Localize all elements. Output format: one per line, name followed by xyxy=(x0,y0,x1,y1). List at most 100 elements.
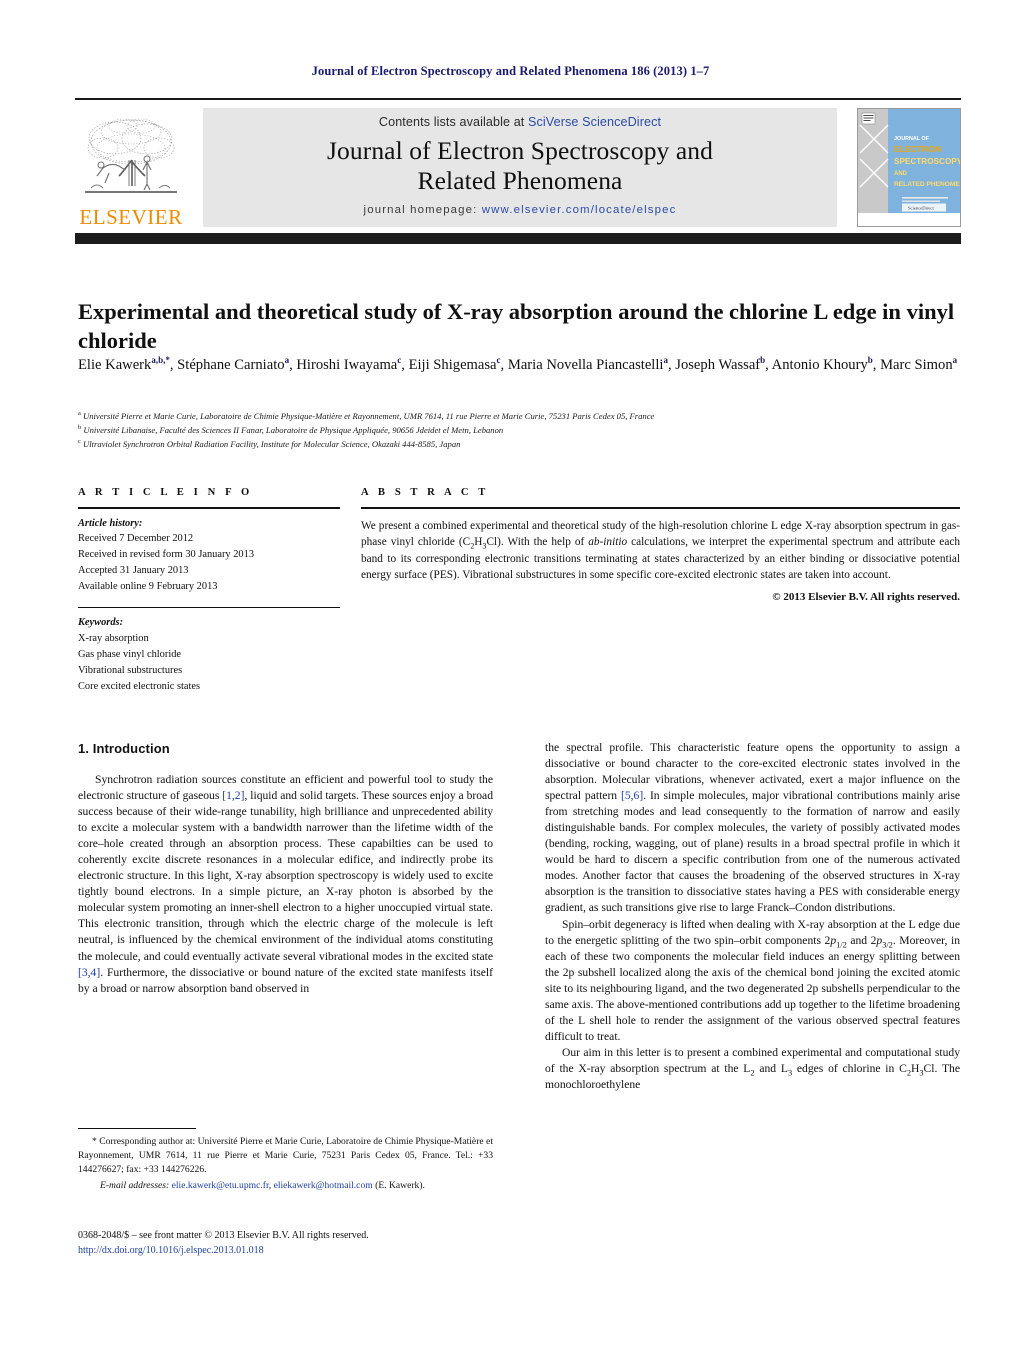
right-paragraph-0: the spectral profile. This characteristi… xyxy=(545,741,960,915)
article-info-column: A R T I C L E I N F O Article history: R… xyxy=(78,487,340,694)
homepage-prefix: journal homepage: xyxy=(363,204,482,217)
author-0-name: Elie Kawerk xyxy=(78,357,152,373)
masthead-top-rule xyxy=(75,98,961,100)
affiliation-2-mark: c xyxy=(78,437,81,445)
affiliation-0: a Université Pierre et Marie Curie, Labo… xyxy=(78,410,958,424)
svg-text:AND: AND xyxy=(894,171,908,177)
author-6-name: Antonio Khoury xyxy=(771,357,868,373)
running-head: Journal of Electron Spectroscopy and Rel… xyxy=(311,64,710,78)
journal-cover-thumbnail[interactable]: JOURNAL OF ELECTRON SPECTROSCOPY AND REL… xyxy=(857,108,961,227)
body-right-column: the spectral profile. This characteristi… xyxy=(545,740,960,1093)
article-history: Article history: Received 7 December 201… xyxy=(78,516,340,595)
author-4-name: Maria Novella Piancastelli xyxy=(507,357,664,373)
keyword-1: Gas phase vinyl chloride xyxy=(78,648,182,660)
issn-copyright-block: 0368-2048/$ – see front matter © 2013 El… xyxy=(78,1228,508,1258)
email-addresses-note: E-mail addresses: elie.kawerk@etu.upmc.f… xyxy=(100,1180,425,1192)
author-1: Stéphane Carniatoa xyxy=(177,355,290,373)
keyword-2: Vibrational substructures xyxy=(78,664,183,676)
contents-lists-line: Contents lists available at SciVerse Sci… xyxy=(203,115,837,129)
article-info-heading: A R T I C L E I N F O xyxy=(78,487,253,498)
svg-text:JOURNAL OF: JOURNAL OF xyxy=(894,136,930,142)
journal-homepage-line: journal homepage: www.elsevier.com/locat… xyxy=(203,204,837,216)
cover-artwork: JOURNAL OF ELECTRON SPECTROSCOPY AND REL… xyxy=(858,109,960,226)
email-link-2[interactable]: eliekawerk@hotmail.com xyxy=(274,1180,373,1191)
author-4-sup: a xyxy=(663,355,668,366)
corresponding-author-note: * Corresponding author at: Université Pi… xyxy=(78,1136,493,1176)
right-paragraph-1: Spin–orbit degeneracy is lifted when dea… xyxy=(545,917,960,1043)
author-2: Hiroshi Iwayamac xyxy=(296,355,402,373)
journal-title-line-2: Related Phenomena xyxy=(417,165,623,195)
info-abstract-panel: A R T I C L E I N F O Article history: R… xyxy=(78,487,960,692)
journal-band: Contents lists available at SciVerse Sci… xyxy=(203,108,837,227)
citation-3-4[interactable]: [3,4] xyxy=(78,966,100,979)
citation-5-6[interactable]: [5,6] xyxy=(621,789,643,802)
author-0-sup: a,b,* xyxy=(151,355,170,366)
article-history-item-1: Received in revised form 30 January 2013 xyxy=(78,549,255,561)
author-4: Maria Novella Piancastellia xyxy=(507,355,668,373)
email-addresses-label: E-mail addresses: xyxy=(100,1180,170,1192)
keywords-label: Keywords: xyxy=(78,617,124,629)
masthead-black-bar xyxy=(75,233,961,244)
author-5-name: Joseph Wassaf xyxy=(675,357,761,373)
article-history-label: Article history: xyxy=(78,517,143,529)
svg-text:SPECTROSCOPY: SPECTROSCOPY xyxy=(894,157,960,166)
article-info-rule xyxy=(78,507,340,509)
author-2-sup: c xyxy=(397,355,402,366)
author-5: Joseph Wassafb xyxy=(675,356,765,373)
svg-text:ELECTRON: ELECTRON xyxy=(894,144,941,154)
sciencedirect-link[interactable]: SciVerse ScienceDirect xyxy=(528,115,661,129)
section-heading-introduction: 1. Introduction xyxy=(78,741,170,756)
elsevier-logo: ELSEVIER xyxy=(75,108,187,228)
journal-title: Journal of Electron Spectroscopy and Rel… xyxy=(203,136,837,195)
article-history-item-3: Available online 9 February 2013 xyxy=(78,580,218,592)
article-history-item-2: Accepted 31 January 2013 xyxy=(78,565,189,577)
author-7: Marc Simona xyxy=(880,355,958,373)
author-6: Antonio Khouryb xyxy=(771,355,873,373)
body-left-column: 1. Introduction Synchrotron radiation so… xyxy=(78,740,493,997)
issn-line: 0368-2048/$ – see front matter © 2013 El… xyxy=(78,1230,369,1241)
footnote-rule xyxy=(78,1128,196,1130)
elsevier-tree-icon xyxy=(85,118,177,193)
keyword-0: X-ray absorption xyxy=(78,633,149,645)
abstract-column: A B S T R A C T We present a combined ex… xyxy=(361,487,960,603)
journal-masthead: ELSEVIER Contents lists available at Sci… xyxy=(75,98,961,231)
contents-prefix: Contents lists available at xyxy=(378,115,528,129)
right-paragraph-2: Our aim in this letter is to present a c… xyxy=(545,1045,960,1091)
paper-page: Journal of Electron Spectroscopy and Rel… xyxy=(0,0,1021,1351)
doi-link[interactable]: http://dx.doi.org/10.1016/j.elspec.2013.… xyxy=(78,1243,508,1258)
email-attribution: (E. Kawerk). xyxy=(375,1180,425,1192)
affiliation-2-text: Ultraviolet Synchrotron Orbital Radiatio… xyxy=(83,438,461,449)
article-history-item-0: Received 7 December 2012 xyxy=(78,533,194,545)
svg-text:RELATED PHENOMENA: RELATED PHENOMENA xyxy=(894,181,960,188)
affiliation-list: a Université Pierre et Marie Curie, Labo… xyxy=(78,410,958,452)
author-6-sup: b xyxy=(867,355,873,366)
email-link-1[interactable]: elie.kawerk@etu.upmc.fr xyxy=(172,1180,269,1191)
abstract-rule xyxy=(361,507,960,509)
left-paragraph-0: Synchrotron radiation sources constitute… xyxy=(78,773,493,995)
citation-1-2[interactable]: [1,2] xyxy=(222,789,244,802)
elsevier-wordmark: ELSEVIER xyxy=(79,205,183,229)
abstract-text: We present a combined experimental and t… xyxy=(361,519,960,582)
author-list: Elie Kawerka,b,*, Stéphane Carniatoa, Hi… xyxy=(78,355,958,373)
journal-title-line-1: Journal of Electron Spectroscopy and xyxy=(327,136,713,165)
author-1-name: Stéphane Carniato xyxy=(177,357,285,373)
footnote-block: * Corresponding author at: Université Pi… xyxy=(78,1128,493,1193)
author-7-name: Marc Simon xyxy=(880,357,953,373)
author-3: Eiji Shigemasac xyxy=(408,355,501,373)
keyword-3: Core excited electronic states xyxy=(78,680,201,692)
affiliation-2: c Ultraviolet Synchrotron Orbital Radiat… xyxy=(78,438,958,452)
author-7-sup: a xyxy=(952,355,958,366)
author-3-name: Eiji Shigemasa xyxy=(408,357,497,373)
page-title: Experimental and theoretical study of X-… xyxy=(78,299,955,353)
affiliation-1-text: Université Libanaise, Faculté des Scienc… xyxy=(83,424,504,435)
author-3-sup: c xyxy=(496,355,501,366)
author-2-name: Hiroshi Iwayama xyxy=(296,357,398,373)
abstract-copyright: © 2013 Elsevier B.V. All rights reserved… xyxy=(772,590,960,603)
author-1-sup: a xyxy=(284,355,290,366)
affiliation-1-mark: b xyxy=(78,424,82,432)
keywords-rule xyxy=(78,606,340,609)
journal-homepage-link[interactable]: www.elsevier.com/locate/elspec xyxy=(482,204,677,216)
keywords-block: Keywords: X-ray absorption Gas phase vin… xyxy=(78,615,340,694)
svg-text:ScienceDirect: ScienceDirect xyxy=(908,206,934,211)
abstract-heading: A B S T R A C T xyxy=(361,487,489,498)
